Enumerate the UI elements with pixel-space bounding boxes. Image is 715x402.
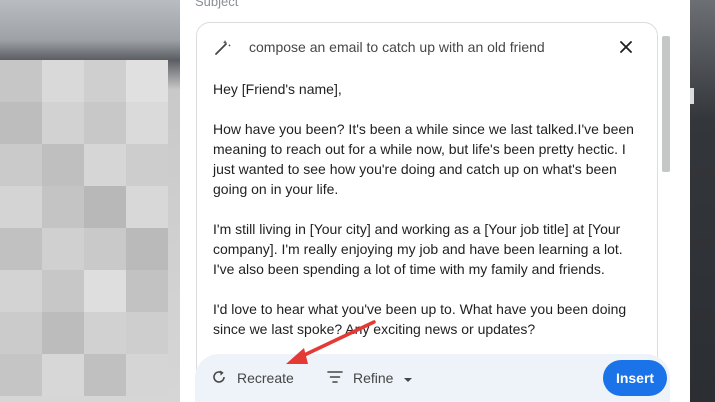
draft-body: Hey [Friend's name], How have you been? … (213, 79, 647, 359)
close-icon[interactable] (617, 38, 635, 56)
scrollbar-thumb[interactable] (662, 36, 670, 172)
dark-background-edge (690, 0, 715, 402)
help-me-write-card: compose an email to catch up with an old… (196, 22, 658, 382)
magic-wand-icon (213, 37, 233, 57)
side-tab (690, 88, 694, 104)
caret-down-icon (403, 370, 413, 386)
compose-panel: Subject compose an email to catch up wit… (180, 0, 694, 402)
draft-scrollbar[interactable] (662, 36, 672, 346)
blurred-background (0, 0, 180, 402)
refresh-icon (211, 369, 227, 388)
draft-paragraph: I'm still living in [Your city] and work… (213, 221, 623, 277)
subject-label: Subject (195, 0, 239, 9)
annotation-arrow (286, 320, 376, 364)
draft-paragraph: How have you been? It's been a while sin… (213, 121, 634, 197)
draft-greeting: Hey [Friend's name], (213, 81, 342, 97)
prompt-text: compose an email to catch up with an old… (249, 39, 545, 55)
prompt-header: compose an email to catch up with an old… (197, 23, 657, 71)
insert-button[interactable]: Insert (603, 360, 667, 396)
action-bar: Recreate Refine Insert (195, 354, 670, 402)
